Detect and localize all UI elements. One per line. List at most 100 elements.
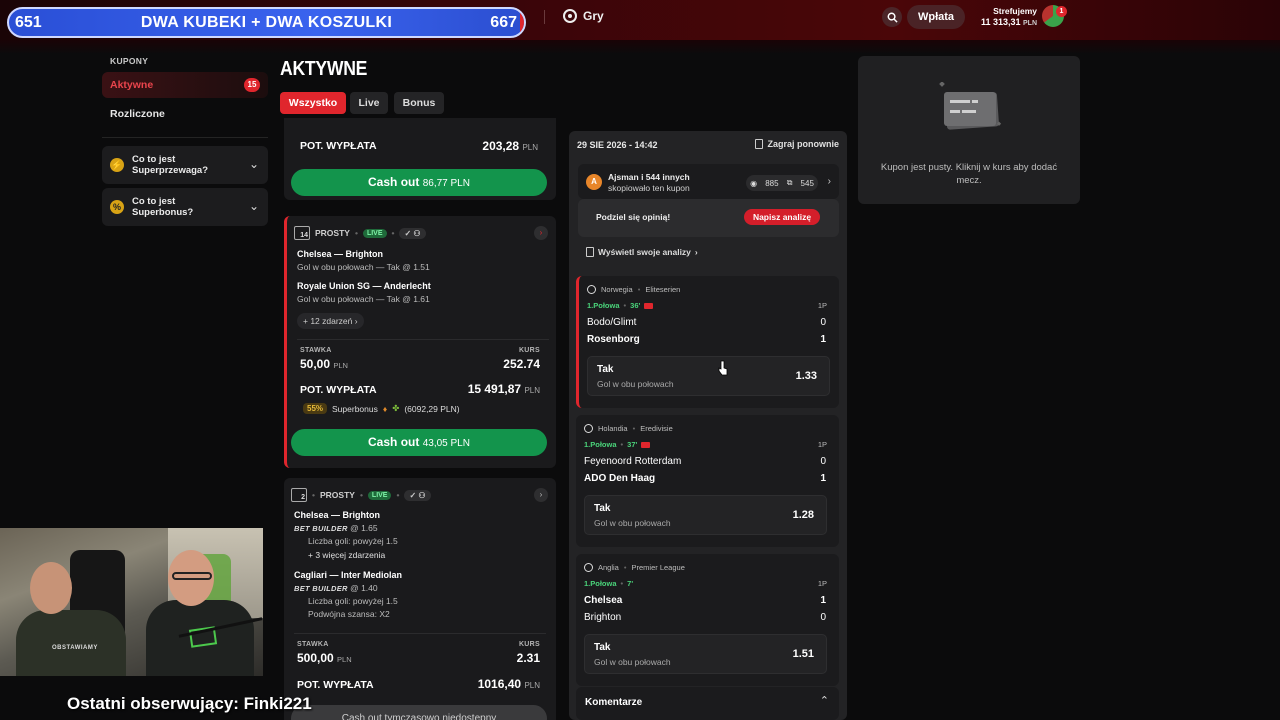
cashout-button[interactable]: Cash out 43,05 PLN	[291, 429, 547, 456]
cashout-value: 86,77 PLN	[422, 178, 470, 189]
away-team: Rosenborg	[587, 334, 640, 345]
selection-match: Cagliari — Inter Mediolan	[294, 570, 403, 580]
selection-pick[interactable]: Tak Gol w obu połowach 1.51	[584, 634, 827, 674]
write-analysis-button[interactable]: Napisz analizę	[744, 209, 820, 225]
payout-amount: 1016,40	[477, 677, 522, 691]
score-column-label: 1P	[817, 440, 827, 449]
chevron-up-icon[interactable]: ⌃	[820, 694, 829, 707]
header-shade	[0, 40, 1280, 54]
event-card[interactable]: Anglia • Premier League 1.Połowa • 7' 1P Che…	[576, 554, 839, 686]
selection-leg: Liczba goli: powyżej 1.5	[308, 536, 398, 546]
fire-icon: ♦	[382, 403, 388, 414]
coupon-list[interactable]: POT. WYPŁATA 203,28 PLN Cash out 86,77 P…	[284, 118, 556, 720]
games-icon	[563, 9, 577, 23]
period-label: 1.Połowa	[587, 301, 620, 310]
payout-label: POT. WYPŁATA	[300, 140, 377, 152]
betslip-panel: Kupon jest pusty. Kliknij w kurs aby dod…	[858, 56, 1080, 204]
separator-dot: •	[623, 301, 627, 310]
hand-cursor-icon	[718, 360, 728, 376]
event-card[interactable]: Holandia • Eredivisie 1.Połowa • 37' 1P Feye…	[576, 415, 839, 547]
comments-section[interactable]: Komentarze ⌃	[576, 687, 839, 720]
event-period: 1.Połowa • 37'	[584, 440, 651, 449]
selection-leg: Liczba goli: powyżej 1.5	[308, 596, 398, 606]
coupon-card[interactable]: 14 PROSTY • LIVE • ✓ ⚇ › Chelsea — Brigh…	[284, 216, 556, 468]
bet-builder-label: BET BUILDER	[294, 524, 348, 533]
event-league: Anglia • Premier League	[584, 563, 685, 572]
payout-label: POT. WYPŁATA	[297, 679, 374, 691]
document-icon	[755, 139, 764, 149]
event-card[interactable]: Norwegia • Eliteserien 1.Połowa • 36' 1P Bod…	[576, 276, 839, 408]
separator-dot: •	[623, 563, 627, 572]
cashout-button[interactable]: Cash out 86,77 PLN	[291, 169, 547, 196]
stream-goal-bar: 651 DWA KUBEKI + DWA KOSZULKI 667	[7, 7, 526, 38]
separator-dot: •	[359, 490, 363, 500]
chevron-right-icon[interactable]: ›	[534, 226, 548, 240]
tab-bonus[interactable]: Bonus	[394, 92, 444, 114]
info-label: Co to jest Superbonus?	[132, 196, 194, 218]
account-name[interactable]: Strefujemy	[990, 6, 1037, 16]
coupon-count: 14	[294, 226, 310, 240]
share-box[interactable]: A Ajsman i 544 innych skopiowało ten kupo…	[578, 164, 839, 199]
stake-currency: PLN	[333, 361, 348, 370]
sidebar-item-settled[interactable]: Rozliczone	[102, 101, 268, 127]
replay-label: Zagraj ponownie	[767, 139, 839, 149]
payout-amount: 15 491,87	[467, 382, 522, 396]
stake-value: 500,00 PLN	[297, 651, 352, 665]
info-superprzewaga[interactable]: ⚡ Co to jest Superprzewaga? ⌄	[102, 146, 268, 184]
chevron-right-icon[interactable]: ›	[828, 176, 831, 187]
nav-games[interactable]: Gry	[563, 9, 604, 23]
bet-builder-label: BET BUILDER	[294, 584, 348, 593]
payout-currency: PLN	[524, 386, 540, 395]
payout-currency: PLN	[524, 681, 540, 690]
cashout-unavailable: Cash out tymczasowo niedostępny	[291, 705, 547, 720]
info-superbonus[interactable]: % Co to jest Superbonus? ⌄	[102, 188, 268, 226]
cashout-label: Cash out	[368, 175, 420, 189]
tab-all[interactable]: Wszystko	[280, 92, 346, 114]
sidebar-item-label: Rozliczone	[110, 108, 165, 120]
superbonus-row: 55% Superbonus ♦ ✤ (6092,29 PLN)	[303, 403, 460, 414]
selection-leg[interactable]: + 3 więcej zdarzenia	[308, 550, 385, 560]
share-sub: skopiowało ten kupon	[608, 183, 690, 193]
payout-amount: 203,28	[482, 139, 520, 153]
separator-dot: •	[396, 490, 400, 500]
separator-dot: •	[354, 228, 358, 238]
payout-label: POT. WYPŁATA	[300, 384, 377, 396]
live-stream-icon	[644, 302, 654, 309]
show-analyses-link[interactable]: Wyświetl swoje analizy ›	[586, 247, 698, 257]
views-count: 885	[765, 178, 779, 188]
coupon-card[interactable]: 2 • PROSTY • LIVE • ✓ ⚇ › Chelsea — Brig…	[284, 478, 556, 720]
selection-odds: @ 1.65	[350, 523, 378, 533]
odds-label: KURS	[518, 641, 540, 648]
sidebar-item-label: Aktywne	[110, 79, 154, 91]
sidebar-item-active[interactable]: Aktywne 15	[102, 72, 268, 98]
selection-pick[interactable]: Tak Gol w obu połowach 1.28	[584, 495, 827, 535]
score-column-label: 1P	[817, 579, 827, 588]
deposit-button[interactable]: Wpłata	[907, 5, 965, 29]
event-minute: 37'	[627, 440, 638, 449]
selection-odds: @ 1.40	[350, 583, 378, 593]
home-score: 0	[820, 456, 826, 467]
webcam-overlay: OBSTAWIAMY	[0, 528, 263, 676]
more-events-button[interactable]: + 12 zdarzeń ›	[297, 313, 364, 329]
selection-pick[interactable]: Tak Gol w obu połowach 1.33	[587, 356, 830, 396]
event-league-name: Eliteserien	[645, 285, 681, 294]
event-country: Norwegia	[601, 285, 633, 294]
pick-value: Tak	[594, 503, 611, 514]
home-team: Bodo/Glimt	[587, 317, 637, 328]
coupon-detail-panel: 29 SIE 2026 - 14:42 Zagraj ponownie A Aj…	[569, 131, 847, 720]
separator-dot: •	[312, 490, 315, 500]
divider	[297, 339, 549, 340]
coupon-type: PROSTY	[315, 228, 350, 238]
last-follower-text: Ostatni obserwujący: Finki221	[67, 694, 312, 713]
chevron-down-icon: ⌄	[248, 157, 259, 171]
coupon-header: 2 • PROSTY • LIVE • ✓ ⚇	[291, 488, 431, 502]
coupon-card[interactable]: POT. WYPŁATA 203,28 PLN Cash out 86,77 P…	[284, 118, 556, 200]
superbonus-percent: 55%	[303, 403, 328, 414]
home-team: Feyenoord Rotterdam	[584, 456, 682, 467]
replay-button[interactable]: Zagraj ponownie	[755, 139, 839, 149]
empty-coupon-icon	[939, 82, 1002, 130]
search-button[interactable]	[882, 7, 902, 27]
chevron-right-icon[interactable]: ›	[534, 488, 548, 502]
tab-live[interactable]: Live	[350, 92, 388, 114]
webcam-glasses	[172, 572, 212, 580]
